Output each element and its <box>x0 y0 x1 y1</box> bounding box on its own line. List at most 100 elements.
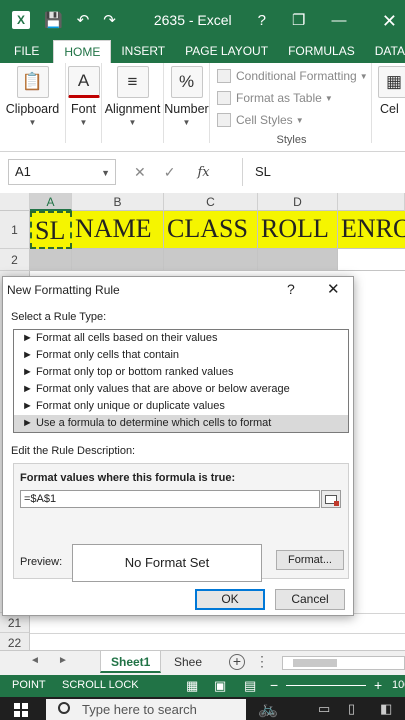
cell-a1[interactable]: SL <box>30 211 72 249</box>
rule-type-item[interactable]: ► Format only values that are above or b… <box>14 381 348 398</box>
ribbon: 📋 Clipboard ▼ A Font ▼ ≡ Alignment ▼ % N… <box>0 63 405 152</box>
next-sheet-icon[interactable]: ► <box>58 655 68 666</box>
insert-function-icon[interactable]: fx <box>197 165 209 180</box>
help-icon[interactable]: ? <box>258 12 266 29</box>
chevron-down-icon: ▼ <box>182 118 191 127</box>
save-icon[interactable]: 💾 <box>44 11 63 29</box>
close-icon[interactable]: ✕ <box>327 280 340 298</box>
rule-type-item-selected[interactable]: ► Use a formula to determine which cells… <box>14 415 348 432</box>
page-break-view-icon[interactable]: ▤ <box>244 678 256 694</box>
sheet-tab-sheet1[interactable]: Sheet1 <box>100 651 162 673</box>
zoom-out-icon[interactable]: − <box>270 677 278 693</box>
column-header-c[interactable]: C <box>164 193 258 211</box>
cell-b1[interactable]: NAME <box>72 211 164 249</box>
cell-d1[interactable]: ROLL <box>258 211 338 249</box>
previous-sheet-icon[interactable]: ◄ <box>30 655 40 666</box>
clipboard-group[interactable]: 📋 Clipboard ▼ <box>0 63 66 143</box>
column-header-e[interactable] <box>338 193 405 211</box>
add-sheet-icon[interactable]: + <box>229 654 245 670</box>
normal-view-icon[interactable]: ▦ <box>186 678 198 694</box>
tab-page-layout[interactable]: PAGE LAYOUT <box>175 40 278 63</box>
conditional-formatting-button[interactable]: Conditional Formatting ▼ <box>212 65 371 87</box>
row-header-21[interactable]: 21 <box>0 613 30 633</box>
column-header-d[interactable]: D <box>258 193 338 211</box>
cell-d2[interactable] <box>258 249 338 271</box>
chevron-down-icon: ▼ <box>324 93 333 103</box>
cell-styles-icon <box>217 113 231 127</box>
tab-formulas[interactable]: FORMULAS <box>278 40 365 63</box>
rule-type-label: Format only unique or duplicate values <box>35 400 225 412</box>
row-header-2[interactable]: 2 <box>0 249 30 271</box>
search-icon <box>58 702 70 714</box>
rule-type-item[interactable]: ► Format only unique or duplicate values <box>14 398 348 415</box>
undo-icon[interactable]: ↶ <box>77 11 90 29</box>
rule-type-item[interactable]: ► Format only cells that contain <box>14 347 348 364</box>
ribbon-display-icon[interactable]: ❐ <box>292 11 305 29</box>
cell-styles-label: Cell Styles <box>236 113 293 127</box>
formula-label: Format values where this formula is true… <box>20 472 236 484</box>
formula-input[interactable]: SL <box>242 158 405 186</box>
task-view-icon[interactable]: ▭ <box>318 701 330 717</box>
alignment-group[interactable]: ≡ Alignment ▼ <box>102 63 164 143</box>
cancel-button[interactable]: Cancel <box>275 589 345 610</box>
cell-a2[interactable] <box>30 249 72 271</box>
windows-start-icon[interactable] <box>14 703 28 717</box>
cell-e2[interactable] <box>338 249 405 271</box>
cells-group[interactable]: ▦ Cel <box>376 63 405 143</box>
collapse-dialog-icon[interactable] <box>321 490 341 508</box>
select-all-corner[interactable] <box>0 193 30 211</box>
styles-group: Conditional Formatting ▼ Format as Table… <box>212 63 372 146</box>
cell-styles-button[interactable]: Cell Styles ▼ <box>212 109 371 131</box>
redo-icon[interactable]: ↷ <box>103 11 116 29</box>
font-color-icon: A <box>67 66 100 98</box>
zoom-in-icon[interactable]: + <box>374 677 382 693</box>
more-options-icon[interactable]: ⋮ <box>255 653 269 670</box>
scrollbar-thumb[interactable] <box>293 659 337 667</box>
bicycle-icon[interactable]: 🚲 <box>258 699 278 719</box>
rule-type-list: ► Format all cells based on their values… <box>13 329 349 433</box>
chevron-down-icon: ▼ <box>295 115 304 125</box>
number-label: Number <box>164 102 209 116</box>
sheet-tab-next[interactable]: Shee <box>164 651 212 673</box>
taskbar-app-icon[interactable]: ▯ <box>348 701 355 717</box>
column-header-a[interactable]: A <box>30 193 72 211</box>
page-layout-view-icon[interactable]: ▣ <box>214 678 226 694</box>
formula-input[interactable]: =$A$1 <box>20 490 320 508</box>
enter-icon[interactable]: ✓ <box>164 164 176 181</box>
close-window-icon[interactable]: ✕ <box>382 11 397 32</box>
column-header-b[interactable]: B <box>72 193 164 211</box>
cell-e1[interactable]: ENRO <box>338 211 405 249</box>
format-as-table-button[interactable]: Format as Table ▼ <box>212 87 371 109</box>
tab-file[interactable]: FILE <box>0 40 53 63</box>
chevron-down-icon: ▼ <box>128 118 137 127</box>
rule-type-label: Format all cells based on their values <box>35 332 218 344</box>
number-group[interactable]: % Number ▼ <box>164 63 210 143</box>
cell-c2[interactable] <box>164 249 258 271</box>
name-box[interactable]: A1 ▼ <box>8 159 116 185</box>
styles-group-label: Styles <box>276 134 307 146</box>
chevron-down-icon[interactable]: ▼ <box>101 161 110 185</box>
format-button[interactable]: Format... <box>276 550 344 570</box>
percent-icon: % <box>170 66 203 98</box>
ok-button[interactable]: OK <box>195 589 265 610</box>
minimize-icon[interactable]: — <box>331 12 346 29</box>
taskbar-search-input[interactable]: Type here to search <box>46 699 246 720</box>
tab-insert[interactable]: INSERT <box>111 40 175 63</box>
cell-b2[interactable] <box>72 249 164 271</box>
chevron-down-icon: ▼ <box>28 118 37 127</box>
rule-type-item[interactable]: ► Format only top or bottom ranked value… <box>14 364 348 381</box>
tab-data[interactable]: DATA <box>365 40 405 63</box>
zoom-level[interactable]: 100 <box>392 679 405 691</box>
help-icon[interactable]: ? <box>287 281 295 297</box>
taskbar-app-icon[interactable]: ◧ <box>380 701 392 717</box>
cancel-icon[interactable]: ✕ <box>134 164 146 181</box>
cell-c1[interactable]: CLASS <box>164 211 258 249</box>
row-header-1[interactable]: 1 <box>0 211 30 249</box>
tab-home[interactable]: HOME <box>53 40 112 63</box>
horizontal-scrollbar[interactable] <box>282 656 405 670</box>
rule-type-item[interactable]: ► Format all cells based on their values <box>14 330 348 347</box>
dialog-title: New Formatting Rule <box>7 283 120 297</box>
windows-taskbar: Type here to search 🚲 ▭ ▯ ◧ <box>0 697 405 720</box>
zoom-slider[interactable] <box>286 685 366 686</box>
font-group[interactable]: A Font ▼ <box>66 63 102 143</box>
